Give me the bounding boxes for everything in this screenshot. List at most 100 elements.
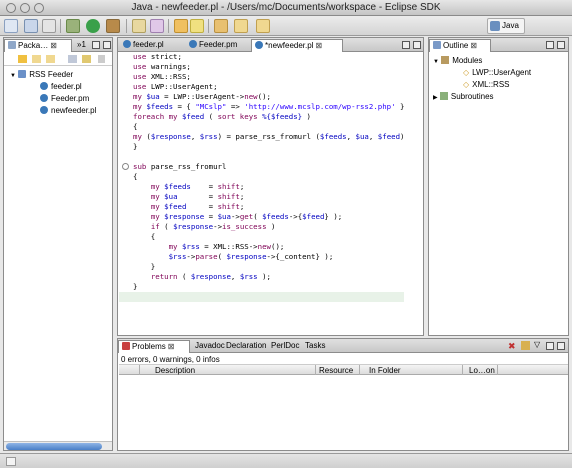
tree-item-newfeeder-pl[interactable]: newfeeder.pl [40, 106, 96, 115]
tab-tasks[interactable]: Tasks [302, 340, 328, 353]
tree-item-rss-feeder[interactable]: ▼ RSS Feeder [10, 70, 73, 79]
code-token: my [150, 212, 165, 221]
print-icon[interactable] [42, 19, 56, 33]
tab-package-explorer[interactable]: Packa… ⊠ [4, 39, 72, 52]
maximize-icon[interactable] [557, 41, 565, 49]
maximize-icon[interactable] [103, 41, 111, 49]
close-icon[interactable]: ⊠ [470, 41, 477, 50]
maximize-icon[interactable] [557, 342, 565, 350]
search-icon[interactable] [150, 19, 164, 33]
expanded-triangle-icon[interactable]: ▼ [10, 73, 16, 79]
code-token: $feed [181, 112, 205, 121]
collapse-all-icon[interactable] [68, 55, 77, 63]
perl-file-icon [189, 40, 197, 48]
save-icon[interactable] [24, 19, 38, 33]
code-token: LWP::UserAgent; [150, 82, 218, 91]
fast-view-icon[interactable] [6, 457, 16, 466]
code-line: $rss->parse( $response->{_content} ); [133, 252, 334, 262]
outline-item-modules[interactable]: ▼ Modules [433, 56, 482, 65]
outline-item-xml-rss[interactable]: ◇ XML::RSS [463, 80, 510, 89]
minimize-icon[interactable] [546, 342, 554, 350]
horizontal-scrollbar[interactable] [4, 441, 112, 450]
code-line: { [133, 172, 137, 182]
code-token: ; [239, 202, 245, 211]
column-in-folder[interactable]: In Folder [369, 366, 401, 375]
tab-feeder-pl[interactable]: feeder.pl [120, 39, 167, 52]
link-editor-icon[interactable] [82, 55, 91, 63]
forward-icon[interactable] [256, 19, 270, 33]
code-line: use LWP::UserAgent; [133, 82, 218, 92]
tab-feeder-pm[interactable]: Feeder.pm [186, 39, 240, 52]
tab-perldoc[interactable]: PerlDoc [268, 340, 302, 353]
close-icon[interactable]: ⊠ [168, 342, 175, 351]
outline-tabs: Outline ⊠ [429, 38, 568, 52]
package-explorer-panel: Packa… ⊠ »1 ▼ RSS Feeder feeder.pl Feeder… [3, 37, 113, 451]
tab-problems[interactable]: Problems ⊠ [118, 340, 190, 353]
run-icon[interactable] [86, 19, 100, 33]
close-icon[interactable]: ⊠ [315, 41, 322, 50]
perl-file-icon [40, 94, 48, 102]
outline-panel: Outline ⊠ ▼ Modules ◇ LWP::UserAgent ◇ XML:… [428, 37, 569, 336]
filter-icon[interactable] [521, 341, 530, 350]
delete-icon[interactable]: ✖ [508, 341, 516, 352]
scrollbar-thumb[interactable] [6, 443, 102, 450]
back-arrow-icon[interactable] [18, 55, 27, 63]
back-icon[interactable] [234, 19, 248, 33]
open-type-icon[interactable] [132, 19, 146, 33]
column-description[interactable]: Description [155, 366, 195, 375]
code-token: $ua [355, 132, 369, 141]
external-tools-icon[interactable] [106, 19, 120, 33]
code-token: use [133, 82, 151, 91]
code-token: , [190, 132, 200, 141]
close-icon[interactable]: ⊠ [50, 41, 57, 50]
code-token: { [133, 122, 138, 131]
perl-file-icon [123, 40, 131, 48]
perspective-switcher[interactable]: Java [487, 18, 525, 34]
code-editor[interactable]: use strict; use warnings; use XML::RSS; use… [118, 52, 404, 334]
code-token: $feed [164, 202, 187, 211]
column-divider [139, 365, 140, 375]
debug-icon[interactable] [66, 19, 80, 33]
expanded-triangle-icon[interactable]: ▼ [433, 59, 439, 65]
view-menu-icon[interactable]: ▽ [534, 340, 540, 349]
tab-newfeeder-pl[interactable]: *newfeeder.pl ⊠ [251, 39, 343, 52]
tree-item-feeder-pm[interactable]: Feeder.pm [40, 94, 89, 103]
code-token: ( [164, 222, 174, 231]
outline-item-subroutines[interactable]: ▶ Subroutines [433, 92, 494, 101]
perl-file-icon [40, 106, 48, 114]
tab-declaration[interactable]: Declaration [223, 340, 269, 353]
collapsed-triangle-icon[interactable]: ▶ [433, 95, 438, 101]
maximize-icon[interactable] [413, 41, 421, 49]
package-icon [8, 41, 16, 49]
minimize-icon[interactable] [402, 41, 410, 49]
pencil-icon[interactable] [190, 19, 204, 33]
code-token: } [133, 142, 138, 151]
code-token: %{$feeds} [262, 112, 303, 121]
code-line: return ( $response, $rss ); [133, 272, 271, 282]
column-location[interactable]: Lo…on [469, 366, 495, 375]
column-resource[interactable]: Resource [319, 366, 353, 375]
fold-marker-icon[interactable] [122, 163, 129, 170]
last-edit-icon[interactable] [214, 19, 228, 33]
tab-overflow[interactable]: »1 [74, 39, 89, 52]
view-menu-icon[interactable] [98, 55, 105, 63]
minimize-icon[interactable] [92, 41, 100, 49]
minimize-icon[interactable] [546, 41, 554, 49]
up-arrow-icon[interactable] [46, 55, 55, 63]
tab-outline[interactable]: Outline ⊠ [429, 39, 491, 52]
outline-item-lwp-useragent[interactable]: ◇ LWP::UserAgent [463, 68, 531, 77]
forward-arrow-icon[interactable] [32, 55, 41, 63]
new-icon[interactable] [4, 19, 18, 33]
annotation-icon[interactable] [174, 19, 188, 33]
tree-item-feeder-pl[interactable]: feeder.pl [40, 82, 82, 91]
toolbar-separator [60, 19, 61, 33]
code-line: my $feeds = { "MCslp" => 'http://www.mcs… [133, 102, 404, 112]
code-token: -> [230, 212, 240, 221]
code-token: , [368, 132, 378, 141]
folder-icon [18, 70, 27, 78]
code-token: my [133, 132, 147, 141]
code-token: { [133, 232, 156, 241]
code-line: foreach my $feed ( sort keys %{$feeds} ) [133, 112, 311, 122]
